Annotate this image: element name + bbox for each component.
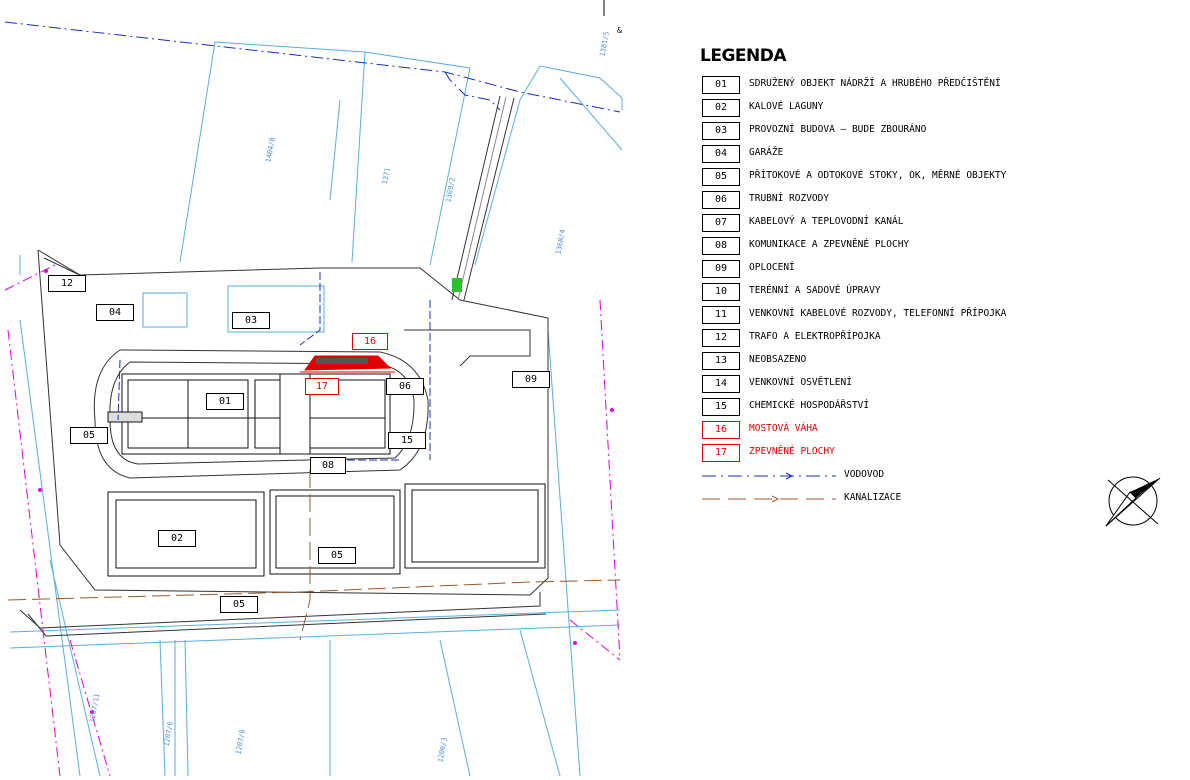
legend: LEGENDA 01 SDRUŽENÝ OBJEKT NÁDRŽÍ A HRUBÉ… [700,46,1080,513]
legend-text: KABELOVÝ A TEPLOVODNÍ KANÁL [749,216,904,227]
legend-item: 16 MOSTOVÁ VÁHA [700,421,1080,444]
legend-item: 02 KALOVÉ LAGUNY [700,99,1080,122]
legend-item: 06 TRUBNÍ ROZVODY [700,191,1080,214]
legend-item: 08 KOMUNIKACE A ZPEVNĚNÉ PLOCHY [700,237,1080,260]
legend-title: LEGENDA [700,46,787,66]
legend-text: KALOVÉ LAGUNY [749,101,824,112]
legend-text: KOMUNIKACE A ZPEVNĚNÉ PLOCHY [749,239,910,250]
access-road [404,95,531,367]
legend-code: 07 [702,214,740,232]
legend-text: TRUBNÍ ROZVODY [749,193,830,204]
legend-item: 13 NEOBSAZENO [700,352,1080,375]
legend-line-label: KANALIZACE [844,492,902,503]
map-label-04[interactable]: 04 [96,304,134,321]
weighbridge [300,355,395,373]
legend-code: 10 [702,283,740,301]
legend-code: 16 [702,421,740,439]
legend-item: 17 ZPEVNĚNÉ PLOCHY [700,444,1080,467]
map-label-09[interactable]: 09 [512,371,550,388]
legend-item: 14 VENKOVNÍ OSVĚTLENÍ [700,375,1080,398]
north-arrow-icon [1100,468,1166,538]
map-label-17[interactable]: 17 [305,378,339,395]
legend-item: 05 PŘÍTOKOVÉ A ODTOKOVÉ STOKY, OK, MĚRNÉ … [700,168,1080,191]
legend-text: PŘÍTOKOVÉ A ODTOKOVÉ STOKY, OK, MĚRNÉ OB… [749,170,1007,181]
legend-code: 15 [702,398,740,416]
legend-line-water: VODOVOD [700,467,1080,490]
water-main [4,21,621,113]
legend-item: 03 PROVOZNÍ BUDOVA – BUDE ZBOURÁNO [700,122,1080,145]
legend-text: PROVOZNÍ BUDOVA – BUDE ZBOURÁNO [749,124,927,135]
green-area [452,278,462,292]
legend-items: 01 SDRUŽENÝ OBJEKT NÁDRŽÍ A HRUBÉHO PŘEDČ… [700,76,1080,467]
map-label-15[interactable]: 15 [388,432,426,449]
legend-item: 12 TRAFO A ELEKTROPŘÍPOJKA [700,329,1080,352]
legend-item: 15 CHEMICKÉ HOSPODÁŘSTVÍ [700,398,1080,421]
legend-item: 04 GARÁŽE [700,145,1080,168]
legend-item: 01 SDRUŽENÝ OBJEKT NÁDRŽÍ A HRUBÉHO PŘEDČ… [700,76,1080,99]
legend-text: VENKOVNÍ OSVĚTLENÍ [749,377,852,388]
legend-line-label: VODOVOD [844,469,885,480]
legend-text: ZPEVNĚNÉ PLOCHY [749,446,835,457]
map-label-16[interactable]: 16 [352,333,388,350]
legend-line-sewer: KANALIZACE [700,490,1080,513]
legend-text: OPLOCENÍ [749,262,795,273]
legend-code: 09 [702,260,740,278]
legend-code: 06 [702,191,740,209]
cadastral-lines [9,41,623,777]
internal-road [93,349,429,479]
legend-code: 14 [702,375,740,393]
map-label-05[interactable]: 05 [70,427,108,444]
map-note: & [617,26,622,35]
legend-text: MOSTOVÁ VÁHA [749,423,818,434]
legend-text: NEOBSAZENO [749,354,807,365]
legend-item: 10 TERÉNNÍ A SADOVÉ ÚPRAVY [700,283,1080,306]
sewer-line-icon [702,495,836,503]
map-label-12[interactable]: 12 [48,275,86,292]
legend-code: 01 [702,76,740,94]
legend-code: 03 [702,122,740,140]
legend-text: CHEMICKÉ HOSPODÁŘSTVÍ [749,400,870,411]
map-label-06[interactable]: 06 [386,378,424,395]
legend-code: 02 [702,99,740,117]
legend-text: VENKOVNÍ KABELOVÉ ROZVODY, TELEFONNÍ PŘÍ… [749,308,1007,319]
legend-item: 11 VENKOVNÍ KABELOVÉ ROZVODY, TELEFONNÍ P… [700,306,1080,329]
building-01 [107,373,391,455]
legend-code: 04 [702,145,740,163]
legend-text: TERÉNNÍ A SADOVÉ ÚPRAVY [749,285,881,296]
map-label-03[interactable]: 03 [232,312,270,329]
map-label-05[interactable]: 05 [318,547,356,564]
map-label-01[interactable]: 01 [206,393,244,410]
legend-text: GARÁŽE [749,147,784,158]
legend-text: TRAFO A ELEKTROPŘÍPOJKA [749,331,881,342]
legend-item: 07 KABELOVÝ A TEPLOVODNÍ KANÁL [700,214,1080,237]
legend-code: 12 [702,329,740,347]
site-plan-map[interactable]: 1404/8 1371 1369/2 1368/4 1381/5 1207/8 … [0,0,660,777]
legend-item: 09 OPLOCENÍ [700,260,1080,283]
map-label-05[interactable]: 05 [220,596,258,613]
legend-text: SDRUŽENÝ OBJEKT NÁDRŽÍ A HRUBÉHO PŘEDČIŠ… [749,78,1001,89]
legend-code: 13 [702,352,740,370]
map-label-08[interactable]: 08 [310,457,346,474]
legend-code: 11 [702,306,740,324]
legend-code: 08 [702,237,740,255]
legend-code: 17 [702,444,740,462]
bottom-road [19,592,547,637]
legend-code: 05 [702,168,740,186]
water-line-icon [702,472,836,480]
map-label-02[interactable]: 02 [158,530,196,547]
